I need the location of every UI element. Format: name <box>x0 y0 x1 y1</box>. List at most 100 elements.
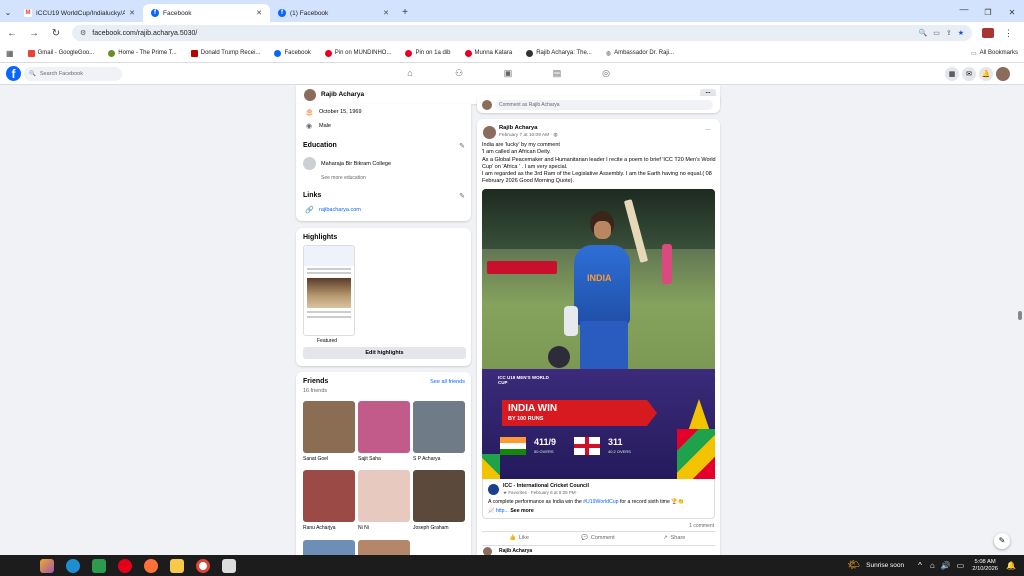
shared-post-image[interactable]: INDIA ICC U19 MEN'S WORLD CUP INDIA WIN … <box>482 189 715 479</box>
bookmark-item[interactable]: Gmail - GoogleGoo... <box>27 49 94 57</box>
friend-photo[interactable] <box>413 470 465 522</box>
tab-gmail[interactable]: M ICCU19 WorldCup/Indialucky/A... ✕ <box>16 4 143 22</box>
new-tab-button[interactable]: + <box>397 4 413 22</box>
friend-name[interactable]: Sajit Saha <box>358 456 410 462</box>
apps-grid-icon[interactable]: ▦ <box>6 49 14 58</box>
friend-photo[interactable] <box>303 470 355 522</box>
notifications-tray-icon[interactable]: 🔔 <box>1006 561 1016 570</box>
friend-name[interactable]: Joseph Graham <box>413 525 465 531</box>
bookmark-item[interactable]: Pin on MUNDINHO... <box>324 49 391 57</box>
reload-icon[interactable]: ↻ <box>50 28 62 39</box>
edge-icon[interactable] <box>66 558 80 573</box>
tab-facebook[interactable]: f Facebook ✕ <box>143 4 270 22</box>
notepad-icon[interactable] <box>222 558 236 573</box>
bookmark-item[interactable]: Munna Katara <box>464 49 512 57</box>
file-explorer-icon[interactable] <box>170 558 184 573</box>
all-bookmarks[interactable]: ▭ All Bookmarks <box>971 50 1018 57</box>
opera-icon[interactable] <box>118 558 132 573</box>
close-tab-icon[interactable]: ✕ <box>383 9 389 17</box>
tab-list-chevron-icon[interactable]: ⌄ <box>0 4 16 22</box>
home-icon[interactable]: ⌂ <box>404 68 416 80</box>
forward-arrow-icon[interactable]: → <box>28 28 40 39</box>
comment-count[interactable]: 1 comment <box>689 523 714 529</box>
video-icon[interactable]: ▣ <box>502 68 514 80</box>
tray-chevron-icon[interactable]: ^ <box>918 561 922 570</box>
like-button[interactable]: 👍 Like <box>509 535 529 541</box>
close-tab-icon[interactable]: ✕ <box>256 9 262 17</box>
bookmark-item[interactable]: ◍ Ambassador Dr. Raji... <box>606 50 674 57</box>
author-avatar[interactable] <box>483 126 496 139</box>
marketplace-icon[interactable]: ▤ <box>551 68 563 80</box>
hashtag-link[interactable]: #U19WorldCup <box>583 499 618 505</box>
edit-pencil-icon[interactable]: ✎ <box>459 142 465 150</box>
website-link[interactable]: rajibacharya.com <box>319 207 361 213</box>
menu-dots-icon[interactable]: ⋮ <box>1004 28 1013 39</box>
featured-highlight-thumbnail[interactable] <box>303 245 355 336</box>
see-more-education[interactable]: See more education <box>321 175 366 181</box>
friend-item[interactable]: Sanat Goel <box>303 401 355 462</box>
post-author[interactable]: Rajib Acharya <box>499 125 537 131</box>
friend-item[interactable]: Joseph Graham <box>413 470 465 531</box>
account-avatar[interactable] <box>996 67 1010 81</box>
cast-icon[interactable]: ▭ <box>933 29 940 37</box>
firefox-icon[interactable] <box>144 558 158 573</box>
facebook-logo-icon[interactable]: f <box>6 66 21 81</box>
friend-name[interactable]: S P Acharya <box>413 456 465 462</box>
extension-icon[interactable] <box>982 28 994 38</box>
edit-highlights-button[interactable]: Edit highlights <box>303 347 466 359</box>
address-bar[interactable]: ⚙ facebook.com/rajib.acharya.5030/ 🔍 ▭ ⇪… <box>72 25 972 41</box>
see-more-link[interactable]: See more <box>510 508 533 514</box>
site-info-icon[interactable]: ⚙ <box>80 29 86 37</box>
zoom-icon[interactable]: 🔍 <box>919 29 928 37</box>
network-icon[interactable]: ⌂ <box>930 561 935 570</box>
chrome-icon[interactable] <box>196 558 210 573</box>
friend-photo[interactable] <box>358 401 410 453</box>
bookmark-item[interactable]: Rajib Acharya: The... <box>526 49 592 57</box>
comment-input[interactable]: Comment as Rajib Acharya <box>495 100 713 110</box>
friend-name[interactable]: Ranu Acharjya <box>303 525 355 531</box>
comment-button[interactable]: 💬 Comment <box>581 535 615 541</box>
close-window-icon[interactable]: ✕ <box>1000 4 1024 22</box>
post-options-icon[interactable]: ... <box>705 125 711 132</box>
store-icon[interactable] <box>92 558 106 573</box>
icc-avatar[interactable] <box>488 484 499 495</box>
minimize-icon[interactable]: — <box>952 4 976 22</box>
facebook-search-input[interactable]: 🔍 Search Facebook <box>24 67 122 81</box>
menu-grid-icon[interactable]: ▦ <box>945 67 959 81</box>
back-arrow-icon[interactable]: ← <box>6 28 18 39</box>
friend-name[interactable]: Sanat Goel <box>303 456 355 462</box>
friend-photo[interactable] <box>303 401 355 453</box>
bookmark-item[interactable]: Facebook <box>274 49 311 57</box>
notifications-icon[interactable]: 🔔 <box>979 67 993 81</box>
bookmark-item[interactable]: Pin on 1a dib <box>405 49 451 57</box>
clock[interactable]: 5:08 AM 2/10/2026 <box>972 559 998 573</box>
compose-message-button[interactable]: ✎ <box>994 533 1010 549</box>
widgets-icon[interactable] <box>40 558 54 573</box>
gaming-icon[interactable]: ◎ <box>600 68 612 80</box>
page-scrollbar-thumb[interactable] <box>1018 311 1022 320</box>
friend-photo[interactable] <box>413 401 465 453</box>
friend-name[interactable]: Ni Ni <box>358 525 410 531</box>
friend-item[interactable]: Ranu Acharjya <box>303 470 355 531</box>
see-all-friends-link[interactable]: See all friends <box>430 379 465 385</box>
avatar[interactable] <box>304 88 316 101</box>
close-tab-icon[interactable]: ✕ <box>129 9 135 17</box>
shared-author[interactable]: ICC - International Cricket Council <box>503 483 589 489</box>
bookmark-item[interactable]: Home - The Prime T... <box>108 49 177 57</box>
friend-item[interactable]: Sajit Saha <box>358 401 410 462</box>
friend-item[interactable]: S P Acharya <box>413 401 465 462</box>
bookmark-star-icon[interactable]: ★ <box>958 29 964 37</box>
bookmark-item[interactable]: Donald Trump Recei... <box>190 49 260 57</box>
volume-icon[interactable]: 🔊 <box>941 561 951 570</box>
share-button[interactable]: ↗ Share <box>663 535 685 541</box>
friend-photo[interactable] <box>358 470 410 522</box>
restore-icon[interactable]: ❐ <box>976 4 1000 22</box>
messenger-icon[interactable]: ✉ <box>962 67 976 81</box>
tab-facebook-2[interactable]: f (1) Facebook ✕ <box>270 4 397 22</box>
edit-pencil-icon[interactable]: ✎ <box>459 192 465 200</box>
weather-text[interactable]: Sunrise soon <box>866 562 904 569</box>
commenter-name[interactable]: Rajib Acharya <box>499 548 532 554</box>
friends-icon[interactable]: ⚇ <box>453 68 465 80</box>
friend-item[interactable]: Ni Ni <box>358 470 410 531</box>
battery-icon[interactable]: ▭ <box>957 561 965 570</box>
